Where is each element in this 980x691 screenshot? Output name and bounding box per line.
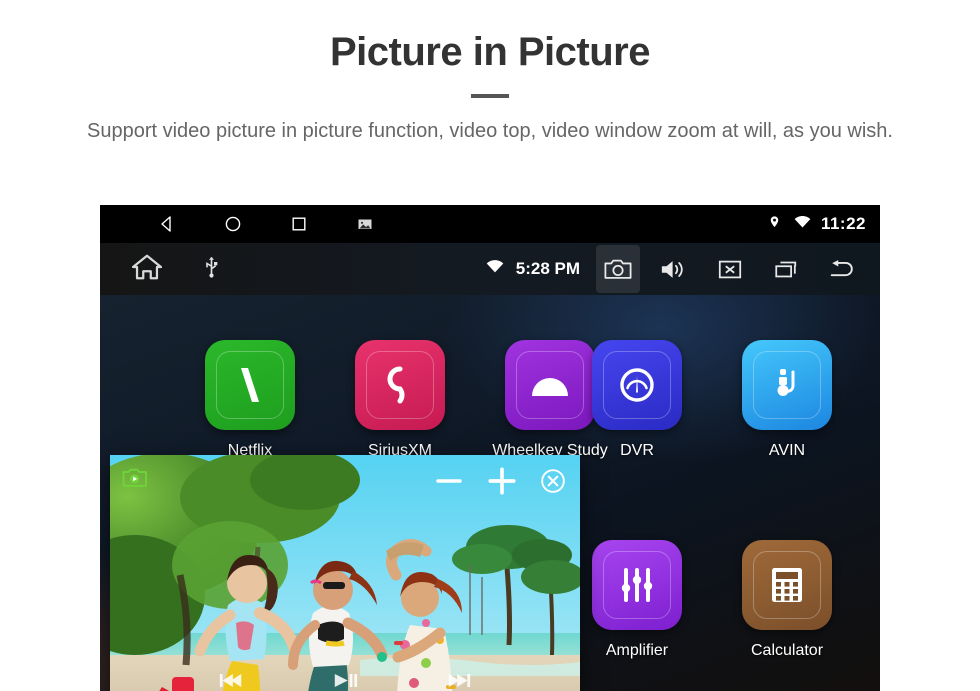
page-header: Picture in Picture Support video picture… [0, 0, 980, 146]
pip-window-controls [434, 465, 566, 502]
pip-play-pause-button[interactable] [332, 671, 358, 691]
toolbar-usb-icon[interactable] [204, 256, 219, 283]
app-amplifier[interactable]: Amplifier [567, 540, 707, 660]
calculator-icon [772, 568, 802, 602]
volume-button[interactable] [652, 245, 696, 293]
app-avin[interactable]: AVIN [717, 340, 857, 460]
av-plug-icon [777, 369, 795, 396]
app-label-dvr: DVR [620, 442, 654, 459]
app-toolbar: 5:28 PM [100, 243, 880, 295]
calculator-icon-wrap[interactable] [742, 540, 832, 630]
siriusxm-glyph [387, 366, 405, 404]
gauge-icon [620, 368, 654, 402]
android-status-bar: 11:22 [100, 205, 880, 243]
pip-next-button[interactable] [446, 671, 472, 691]
pip-camera-icon[interactable] [122, 467, 148, 489]
pip-playback-controls [110, 671, 580, 691]
location-pin-icon [767, 215, 785, 233]
toolbar-right-group: 5:28 PM [486, 243, 864, 295]
back-icon[interactable] [158, 215, 176, 233]
pip-zoom-out-button[interactable] [434, 466, 464, 501]
app-launcher: Netflix SiriusXM Wheelkey Study DVR AVIN… [100, 295, 880, 691]
camera-button[interactable] [596, 245, 640, 293]
avin-icon[interactable] [742, 340, 832, 430]
app-dvr[interactable]: DVR [567, 340, 707, 460]
status-bar-clock: 11:22 [820, 214, 866, 233]
status-bar-nav-group [158, 215, 374, 233]
device-screen: 11:22 5:28 PM Netflix SiriusXM Wheelkey … [100, 205, 880, 691]
screenshot-icon[interactable] [356, 215, 374, 233]
home-icon[interactable] [224, 215, 242, 233]
wheelkey-glyph [532, 378, 568, 396]
toolbar-clock: 5:28 PM [515, 259, 580, 278]
app-calculator[interactable]: Calculator [717, 540, 857, 660]
title-divider [471, 94, 509, 98]
app-netflix[interactable]: Netflix [180, 340, 320, 460]
netflix-icon[interactable] [205, 340, 295, 430]
status-bar-indicators: 11:22 [767, 205, 866, 243]
pip-previous-button[interactable] [218, 671, 244, 691]
netflix-glyph [241, 368, 259, 402]
toolbar-home-icon[interactable] [131, 253, 163, 286]
app-label-avin: AVIN [768, 442, 806, 459]
wifi-icon [794, 215, 812, 233]
back-button[interactable] [820, 245, 864, 293]
page-title: Picture in Picture [330, 30, 650, 74]
app-label-calculator: Calculator [750, 642, 824, 659]
recents-icon[interactable] [290, 215, 308, 233]
pip-close-button[interactable] [540, 468, 566, 499]
siriusxm-icon[interactable] [355, 340, 445, 430]
app-siriusxm[interactable]: SiriusXM [330, 340, 470, 460]
page-subtitle: Support video picture in picture functio… [87, 120, 893, 142]
toolbar-left-group [131, 253, 219, 286]
recents-button[interactable] [764, 245, 808, 293]
equalizer-icon [621, 568, 653, 602]
app-label-amplifier: Amplifier [605, 642, 669, 659]
close-app-button[interactable] [708, 245, 752, 293]
pip-zoom-in-button[interactable] [486, 465, 518, 502]
amplifier-icon[interactable] [592, 540, 682, 630]
pip-window[interactable]: nicaro [110, 455, 580, 691]
dvr-icon[interactable] [592, 340, 682, 430]
toolbar-wifi-icon [486, 259, 504, 279]
